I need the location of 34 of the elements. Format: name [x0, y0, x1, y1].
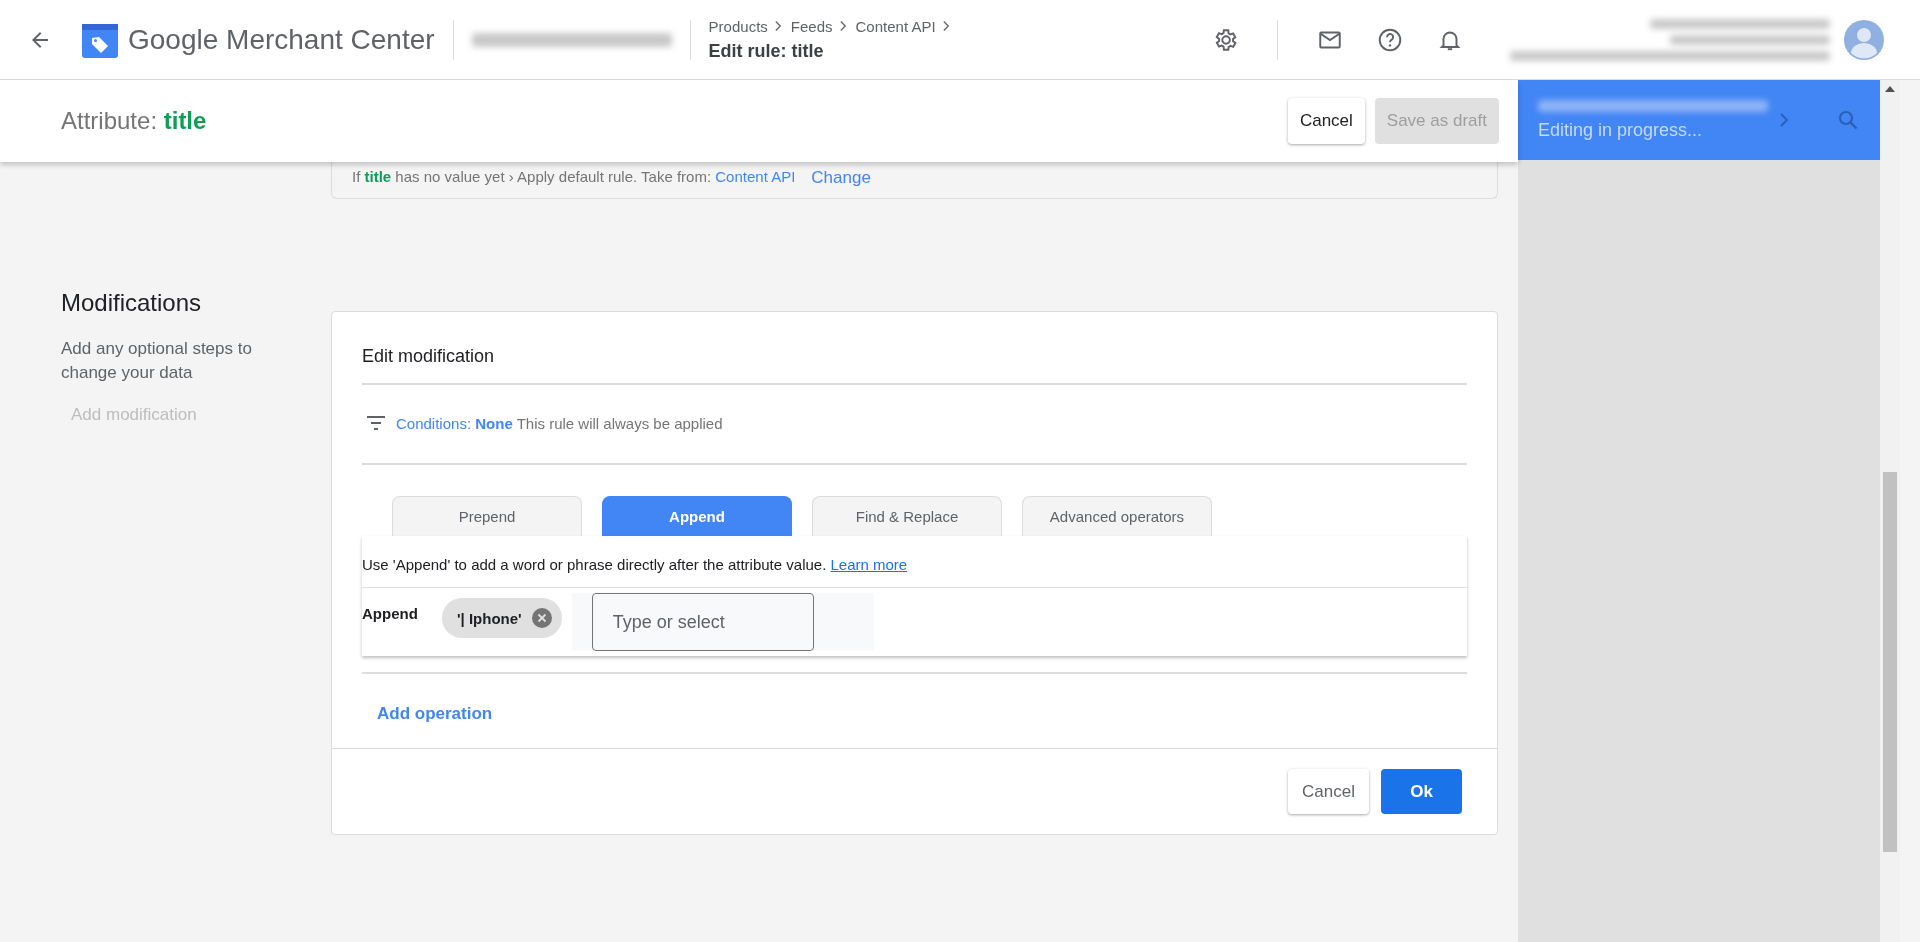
breadcrumb-link[interactable]: Content API [855, 17, 936, 35]
operation-label: Append [362, 604, 419, 622]
chevron-icon [941, 20, 951, 32]
page-title: Edit rule: title [708, 40, 825, 62]
scrollbar-thumb[interactable] [1883, 472, 1897, 852]
card-title: Edit modification [362, 312, 1467, 385]
operation-tab[interactable]: Advanced operators [1022, 496, 1212, 536]
section-description: Add any optional steps to change your data [61, 338, 253, 384]
action-button[interactable]: Cancel [1287, 98, 1365, 144]
add-operation-link[interactable]: Add operation [362, 674, 493, 748]
conditions-text[interactable]: Conditions: None This rule will always be applied [396, 414, 723, 432]
breadcrumb-link[interactable]: Feeds [790, 17, 833, 35]
product-name: Google Merchant Center [128, 23, 435, 56]
remove-icon[interactable] [531, 608, 552, 628]
chevron-icon [773, 20, 783, 32]
value-input-field[interactable]: Type or select [591, 593, 814, 651]
operation-tab[interactable]: Prepend [392, 496, 582, 536]
operation-tab[interactable]: Find & Replace [812, 496, 1002, 536]
default-rule-text: If title has no value yet › Apply default rule. Take from: Content API [352, 168, 796, 187]
attribute-heading: Attribute: title [61, 107, 207, 135]
avatar-icon[interactable] [1844, 19, 1884, 60]
learn-more-link[interactable]: Learn more [830, 556, 908, 573]
status-text: Editing in progress... [1538, 119, 1704, 141]
dialog-button[interactable]: Cancel [1288, 769, 1369, 814]
help-icon[interactable] [1377, 26, 1403, 53]
dialog-button[interactable]: Ok [1381, 769, 1462, 814]
chevron-icon [838, 20, 848, 32]
operation-tab[interactable]: Append [602, 496, 792, 536]
help-text: Use 'Append' to add a word or phrase directly after the attribute value. [362, 556, 827, 573]
scroll-up-icon[interactable] [1885, 86, 1895, 92]
breadcrumb-link[interactable]: Products [708, 17, 768, 35]
change-link[interactable]: Change [811, 168, 871, 188]
value-chip[interactable]: '| Iphone' [442, 598, 562, 638]
section-heading: Modifications [61, 289, 203, 317]
